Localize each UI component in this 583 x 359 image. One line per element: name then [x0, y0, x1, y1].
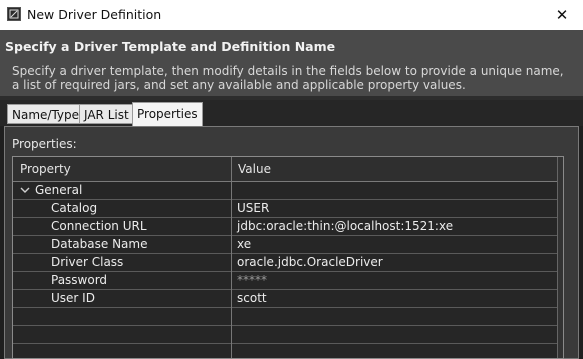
property-value[interactable]: jdbc:oracle:thin:@localhost:1521:xe: [237, 219, 453, 233]
table-row[interactable]: Connection URL jdbc:oracle:thin:@localho…: [13, 218, 563, 236]
vertical-scrollbar[interactable]: [557, 157, 563, 358]
table-row[interactable]: Password *****: [13, 272, 563, 290]
property-value[interactable]: xe: [237, 237, 251, 251]
properties-label: Properties:: [12, 137, 77, 151]
wizard-header: Specify a Driver Template and Definition…: [0, 30, 583, 96]
column-header-property[interactable]: Property: [20, 162, 71, 176]
group-label: General: [35, 183, 83, 197]
property-value[interactable]: *****: [237, 273, 267, 287]
column-divider[interactable]: [231, 157, 232, 358]
app-icon: [7, 7, 21, 21]
table-row[interactable]: User ID scott: [13, 290, 563, 308]
property-name: User ID: [51, 291, 95, 305]
property-name: Password: [51, 273, 108, 287]
empty-row: [13, 308, 563, 326]
property-name: Connection URL: [51, 219, 147, 233]
window-title: New Driver Definition: [27, 7, 162, 22]
property-name: Database Name: [51, 237, 148, 251]
properties-table: Property Value General Catalog USER Conn…: [12, 156, 564, 359]
empty-row: [13, 344, 563, 358]
tab-jar-list[interactable]: JAR List: [79, 104, 134, 124]
column-header-value[interactable]: Value: [238, 162, 271, 176]
property-value[interactable]: oracle.jdbc.OracleDriver: [237, 255, 383, 269]
header-description: Specify a driver template, then modify d…: [12, 64, 564, 92]
tab-properties[interactable]: Properties: [132, 102, 203, 126]
table-row[interactable]: Catalog USER: [13, 200, 563, 218]
group-row-general[interactable]: General: [13, 182, 563, 200]
table-row[interactable]: Database Name xe: [13, 236, 563, 254]
tab-name-type[interactable]: Name/Type: [7, 104, 85, 124]
property-value[interactable]: scott: [237, 291, 267, 305]
table-header: Property Value: [13, 157, 563, 182]
close-button[interactable]: ✕: [551, 4, 573, 26]
property-name: Catalog: [51, 201, 98, 215]
header-title: Specify a Driver Template and Definition…: [5, 39, 336, 54]
property-name: Driver Class: [51, 255, 124, 269]
property-value[interactable]: USER: [237, 201, 269, 215]
empty-row: [13, 326, 563, 344]
chevron-down-icon[interactable]: [19, 184, 31, 196]
table-row[interactable]: Driver Class oracle.jdbc.OracleDriver: [13, 254, 563, 272]
title-bar: New Driver Definition ✕: [0, 0, 583, 30]
